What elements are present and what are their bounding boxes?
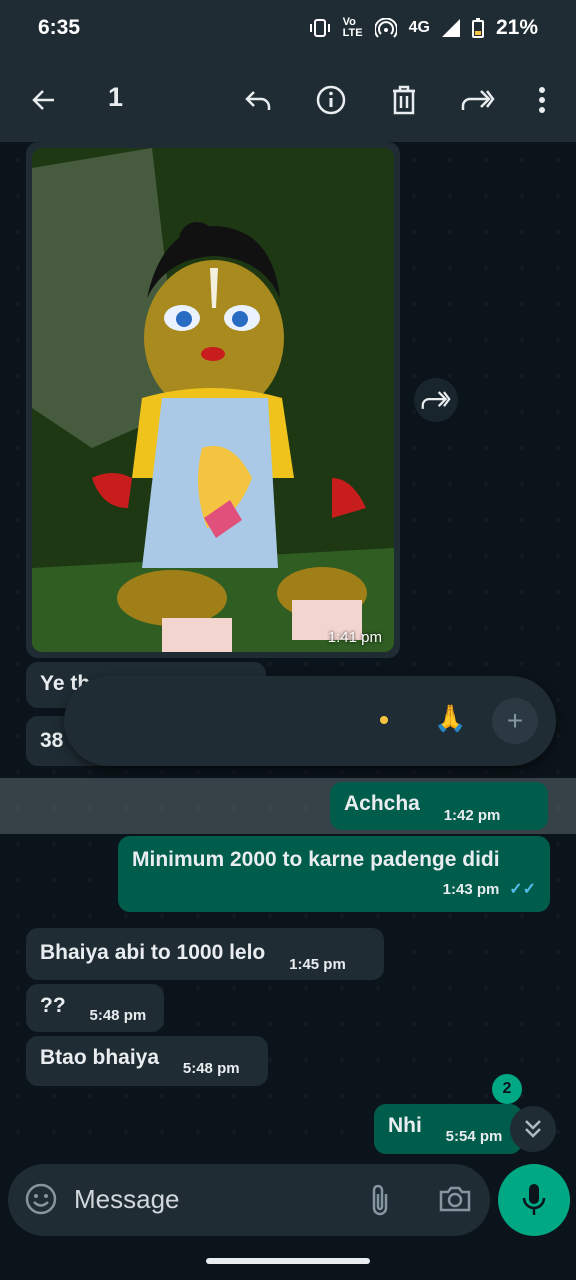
reaction-emoji[interactable] xyxy=(380,716,388,724)
statue-illustration xyxy=(32,148,394,652)
forward-shortcut-icon[interactable] xyxy=(414,378,458,422)
statue-photo[interactable] xyxy=(32,148,394,652)
signal-icon xyxy=(441,19,460,37)
image-time: 1:41 pm xyxy=(327,629,382,646)
selection-toolbar: 1 xyxy=(0,56,576,142)
network-label: 4G xyxy=(408,19,430,36)
chat-area[interactable]: 1:41 pm Ye th 38 🙏 + Achcha 1:42 pm ✓✓ M… xyxy=(0,142,576,1160)
status-bar: 6:35 Vo LTE 4G 21% xyxy=(0,0,576,56)
message-text: 38 xyxy=(40,729,64,752)
message-bubble-outgoing[interactable]: Nhi 5:54 pm xyxy=(374,1104,522,1154)
more-icon[interactable] xyxy=(520,78,564,122)
reaction-pray-emoji[interactable]: 🙏 xyxy=(434,703,466,734)
message-bubble-incoming[interactable]: Btao bhaiya 5:48 pm xyxy=(26,1036,268,1086)
camera-icon[interactable] xyxy=(438,1184,472,1219)
message-bubble-incoming[interactable]: Bhaiya abi to 1000 lelo 1:45 pm xyxy=(26,928,384,980)
battery-icon xyxy=(471,18,484,38)
reaction-bar: 🙏 + xyxy=(64,676,556,766)
forward-icon[interactable] xyxy=(456,78,500,122)
message-time: 1:43 pm xyxy=(442,881,500,898)
mic-icon xyxy=(522,1184,546,1215)
vibrate-icon xyxy=(309,19,330,37)
delete-icon[interactable] xyxy=(382,78,426,122)
message-input-bar: Message xyxy=(8,1164,490,1236)
mic-button[interactable] xyxy=(498,1164,570,1236)
back-arrow-icon[interactable] xyxy=(22,78,66,122)
message-input[interactable]: Message xyxy=(74,1184,180,1215)
message-text: Achcha xyxy=(344,792,420,815)
chevron-double-down-icon xyxy=(525,1120,541,1138)
battery-percent: 21% xyxy=(495,16,538,39)
unread-count-badge: 2 xyxy=(492,1074,522,1104)
message-bubble-outgoing[interactable]: Minimum 2000 to karne padenge didi 1:43 … xyxy=(118,836,550,912)
attach-icon[interactable] xyxy=(368,1182,392,1223)
message-bubble-outgoing[interactable]: Achcha 1:42 pm ✓✓ xyxy=(330,782,548,854)
selected-count: 1 xyxy=(108,82,124,112)
system-nav-bar xyxy=(0,1240,576,1280)
message-time: 5:48 pm xyxy=(89,1007,147,1024)
message-text: Bhaiya abi to 1000 lelo xyxy=(40,941,266,964)
message-text: Nhi xyxy=(388,1114,422,1137)
emoji-icon[interactable] xyxy=(24,1182,58,1221)
scroll-to-bottom-button[interactable] xyxy=(510,1106,556,1152)
message-text: Minimum 2000 to karne padenge didi xyxy=(132,848,500,871)
message-text: ?? xyxy=(40,994,66,1017)
volte-label: Vo LTE xyxy=(342,16,363,39)
add-reaction-button[interactable]: + xyxy=(492,698,538,744)
message-bubble-incoming[interactable]: ?? 5:48 pm xyxy=(26,984,164,1032)
status-icons: Vo LTE 4G 21% xyxy=(309,16,538,40)
read-ticks-icon: ✓✓ xyxy=(509,881,536,898)
status-time: 6:35 xyxy=(38,16,81,39)
message-time: 5:54 pm xyxy=(445,1128,503,1145)
message-text: Btao bhaiya xyxy=(40,1046,160,1069)
message-time: 1:45 pm xyxy=(289,956,346,973)
reply-icon[interactable] xyxy=(236,78,280,122)
info-icon[interactable] xyxy=(309,78,353,122)
home-gesture-pill[interactable] xyxy=(206,1258,370,1264)
image-message[interactable]: 1:41 pm xyxy=(26,142,400,658)
message-time: 1:42 pm xyxy=(443,807,501,824)
message-time: 5:48 pm xyxy=(182,1060,240,1077)
hotspot-icon xyxy=(374,18,397,38)
